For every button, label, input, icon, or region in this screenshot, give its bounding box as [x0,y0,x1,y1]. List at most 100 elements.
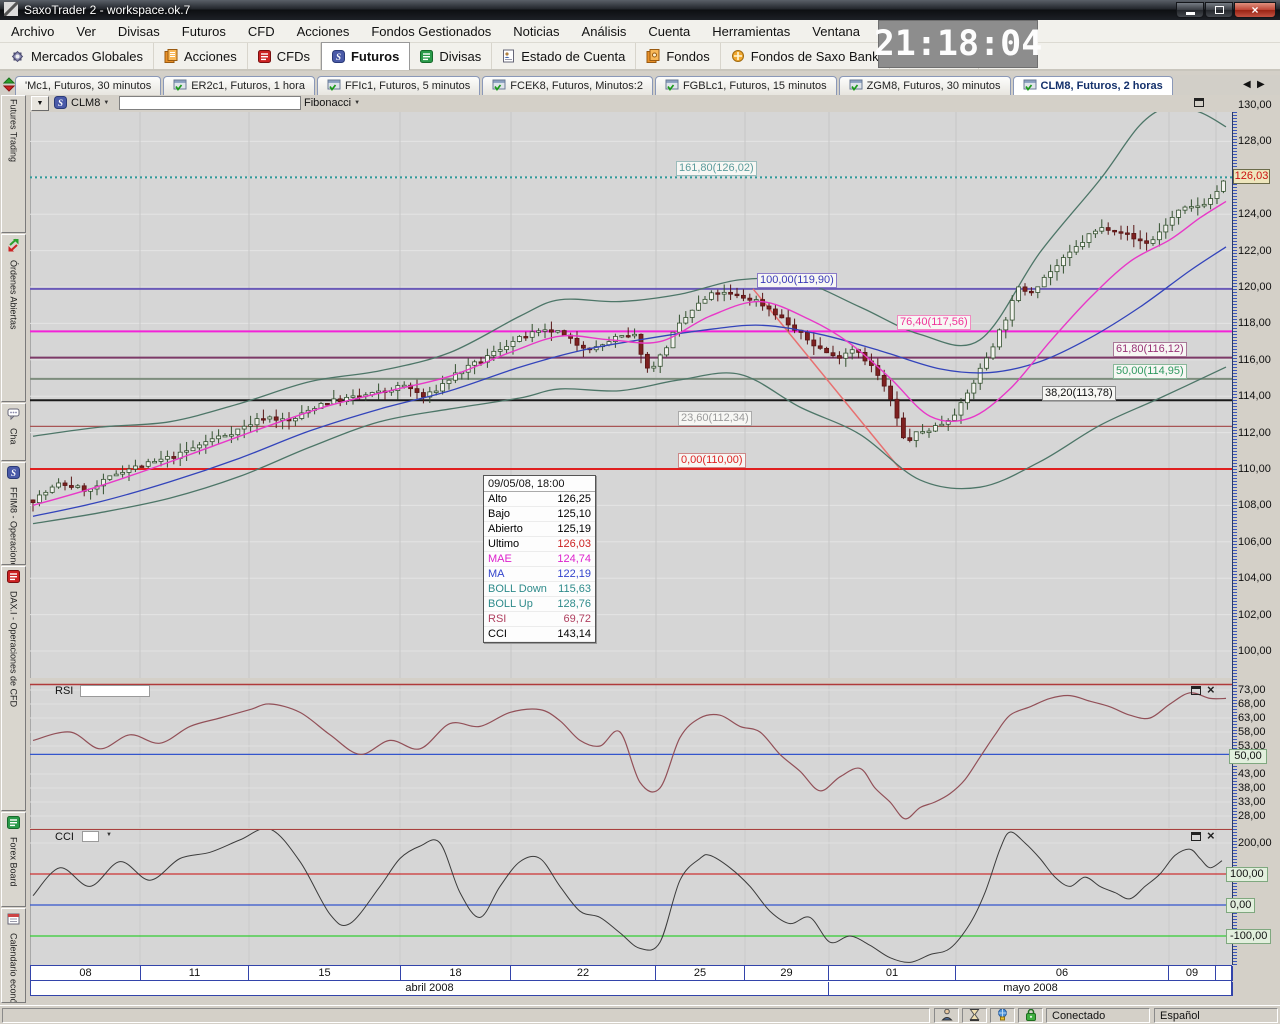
menu-item-cuenta[interactable]: Cuenta [637,20,701,43]
saxo-icon: S [332,50,345,63]
tab-fcek8-futuros-minutos-2[interactable]: FCEK8, Futuros, Minutos:2 [482,76,653,95]
rsi-axis-label: 58,00 [1238,726,1266,738]
monitor-icon [492,79,506,94]
x-axis-day-18: 18 [401,966,511,981]
window-title: SaxoTrader 2 - workspace.ok.7 [24,3,190,17]
fib-label-100-00-119-90: 100,00(119,90) [757,273,837,288]
tab-scroll-right[interactable]: ▶ [1257,79,1265,90]
price-axis-label: 124,00 [1238,208,1272,220]
rsi-maximize-button[interactable] [1191,686,1201,698]
restore-button[interactable] [1205,2,1233,18]
menu-item-noticias[interactable]: Noticias [502,20,570,43]
minimize-button[interactable] [1176,2,1204,18]
price-axis-tick-strip [1232,112,1237,965]
main-chart-maximize-button[interactable] [1194,98,1204,110]
toolbar-button-mercados-globales[interactable]: Mercados Globales [0,43,154,69]
title-bar: SaxoTrader 2 - workspace.ok.7 × [0,0,1280,20]
toolbar-button-estado-de-cuenta[interactable]: Estado de Cuenta [492,43,636,69]
sidebar-item-ffim8-operaciones-de-futuros[interactable]: SFFIM8 - Operaciones de futuros [1,462,26,565]
menu-item-acciones[interactable]: Acciones [286,20,361,43]
tab-mc1-futuros-30-minutos[interactable]: 'Mc1, Futuros, 30 minutos [15,76,161,95]
menu-item-ver[interactable]: Ver [65,20,107,43]
tooltip-value: 69,72 [563,613,591,625]
hourglass-icon [969,1008,980,1023]
menu-item-fondos-gestionados[interactable]: Fondos Gestionados [360,20,502,43]
x-axis-month-mayo-2008: mayo 2008 [829,982,1233,996]
cci-plot[interactable] [30,830,1232,965]
toolbar-button-cfds[interactable]: CFDs [248,43,321,69]
last-price-badge: 126,03 [1233,169,1270,184]
rsi-input[interactable] [80,685,150,697]
sidebar-item-futures-trading[interactable]: Futures Trading [1,95,26,233]
tab-scroll-left[interactable]: ◀ [1243,79,1251,90]
rsi-axis-label: 33,00 [1238,796,1266,808]
cci-input[interactable] [82,831,99,842]
symbol-label: CLM8 [71,97,100,109]
status-cell-network-icon [990,1008,1015,1023]
cci-maximize-button[interactable] [1191,832,1201,844]
chart-search-input[interactable] [119,96,301,110]
funds-icon [646,49,660,63]
tab-er2c1-futuros-1-hora[interactable]: ER2c1, Futuros, 1 hora [163,76,315,95]
price-axis-label: 112,00 [1238,427,1271,439]
menu-item-divisas[interactable]: Divisas [107,20,171,43]
calendar-icon [7,912,20,930]
tab-label: ER2c1, Futuros, 1 hora [191,80,305,92]
sidebar-item-ordenes-abiertas[interactable]: Órdenes Abiertas [1,234,26,402]
account-icon [502,49,515,63]
menu-item-analisis[interactable]: Análisis [571,20,638,43]
toolbar-button-divisas[interactable]: Divisas [410,43,492,69]
saxo-funds-icon [731,49,745,63]
tooltip-value: 124,74 [557,553,591,565]
tooltip-label: Bajo [488,508,510,520]
toolbar-button-acciones[interactable]: Acciones [154,43,248,69]
tab-clm8-futuros-2-horas[interactable]: CLM8, Futuros, 2 horas [1013,76,1173,95]
tooltip-row-ma: MA122,19 [484,567,595,582]
sidebar-item-label: Forex Board [9,837,19,887]
cci-level-badge: 100,00 [1226,867,1268,882]
toolbar-button-label: Futuros [351,49,399,64]
tab-zgm8-futuros-30-minutos[interactable]: ZGM8, Futuros, 30 minutos [839,76,1011,95]
menu-item-archivo[interactable]: Archivo [0,20,65,43]
x-axis-day-25: 25 [656,966,745,981]
stocks-icon [164,49,178,63]
sidebar: Futures Trading Órdenes AbiertasChaSFFIM8… [0,95,27,1005]
tooltip-label: Alto [488,493,507,505]
cfd-icon [258,50,271,63]
status-cell-hourglass-icon [962,1008,987,1023]
toolbar-button-fondos-de-saxo-bank[interactable]: Fondos de Saxo Bank [721,43,890,69]
menu-item-herramientas[interactable]: Herramientas [701,20,801,43]
symbol-selector[interactable]: CLM8▼ [71,97,109,109]
menu-item-cfd[interactable]: CFD [237,20,286,43]
menu-item-futuros[interactable]: Futuros [171,20,237,43]
sidebar-item-cha[interactable]: Cha [1,403,26,461]
sidebar-item-forex-board[interactable]: Forex Board [1,812,26,907]
rsi-plot[interactable] [30,684,1232,828]
tab-fgblc1-futuros-15-minutos[interactable]: FGBLc1, Futuros, 15 minutos [655,76,837,95]
sidebar-item-label: Futures Trading [9,99,19,162]
drawing-tool-selector[interactable]: Fibonacci▼ [304,97,360,109]
tab-label: FCEK8, Futuros, Minutos:2 [510,80,643,92]
rsi-close-button[interactable]: × [1207,684,1215,695]
price-axis-label: 122,00 [1238,245,1272,257]
status-cell-lock-icon [1018,1008,1043,1023]
x-axis-day-15: 15 [249,966,401,981]
toolbar-button-fondos[interactable]: Fondos [636,43,720,69]
sidebar-item-dax-i-operaciones-de-cfd[interactable]: DAX.I - Operaciones de CFD [1,566,26,811]
menu-bar: ArchivoVerDivisasFuturosCFDAccionesFondo… [0,20,1280,43]
close-button[interactable]: × [1234,2,1276,18]
tooltip-label: MAE [488,553,512,565]
tab-ffic1-futuros-5-minutos[interactable]: FFIc1, Futuros, 5 minutos [317,76,480,95]
tooltip-value: 125,19 [557,523,591,535]
sidebar-item-calendario-economico[interactable]: Calendario económico [1,908,26,1003]
monitor-icon [665,79,679,94]
tooltip-row-bajo: Bajo125,10 [484,507,595,522]
tooltip-row-boll-up: BOLL Up128,76 [484,597,595,612]
gear-icon [10,49,25,64]
menu-item-ventana[interactable]: Ventana [801,20,871,43]
chart-menu-dropdown[interactable]: ▼ [31,96,49,111]
x-axis-month-abril-2008: abril 2008 [31,982,829,996]
cci-axis-label: 200,00 [1238,837,1272,849]
cci-close-button[interactable]: × [1207,830,1215,841]
toolbar-button-futuros[interactable]: S Futuros [321,42,410,70]
